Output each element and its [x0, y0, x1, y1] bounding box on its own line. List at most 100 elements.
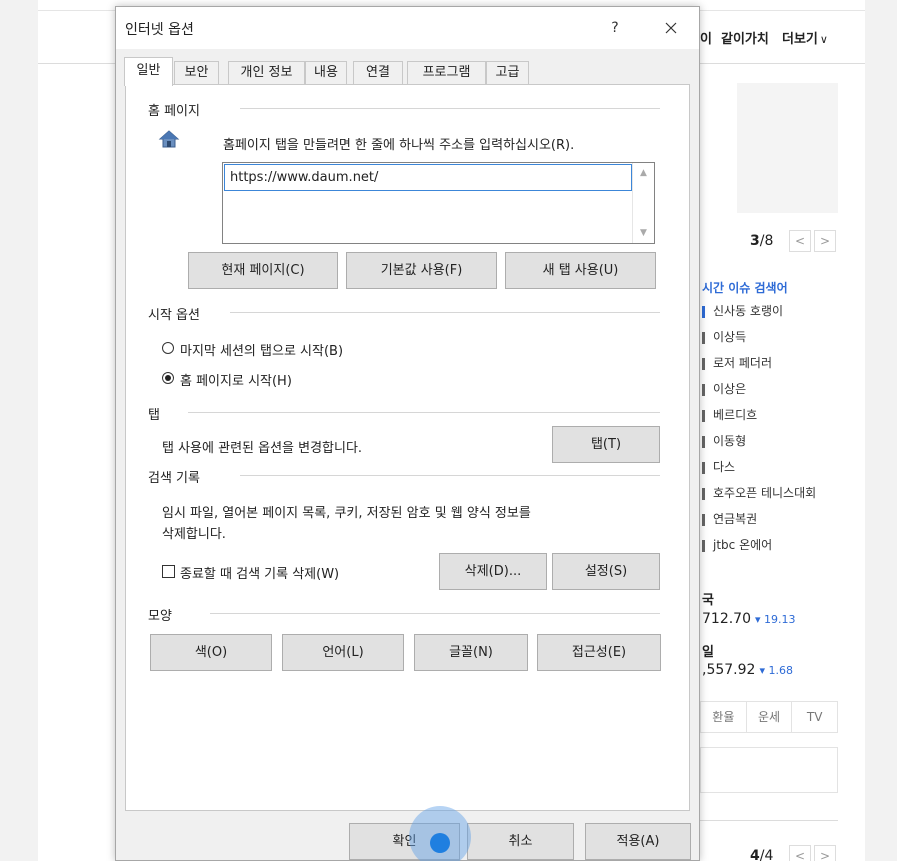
nav-item-partial[interactable]: 이 [700, 28, 712, 47]
next-arrow-icon[interactable]: > [814, 845, 836, 861]
stock-value-number: 712.70 [702, 611, 751, 627]
click-indicator-dot [430, 833, 450, 853]
pager-current: 3 [750, 233, 760, 249]
start-last-session-label[interactable]: 마지막 세션의 탭으로 시작(B) [180, 340, 343, 359]
group-divider [240, 108, 660, 109]
trending-item[interactable]: 다스 [702, 458, 735, 476]
trending-item-label: 이동형 [713, 434, 747, 448]
next-arrow-icon[interactable]: > [814, 230, 836, 252]
prev-arrow-icon[interactable]: < [789, 230, 811, 252]
help-button[interactable]: ? [604, 16, 626, 40]
trending-item[interactable]: 신사동 호랭이 [702, 302, 783, 320]
trending-item-label: 신사동 호랭이 [713, 304, 784, 318]
stock-name: 국 [702, 593, 714, 608]
trending-item[interactable]: 이상은 [702, 380, 746, 398]
nav-item-together[interactable]: 같이가치 [721, 28, 769, 47]
tabs-description: 탭 사용에 관련된 옵션을 변경합니다. [162, 441, 363, 456]
trending-item-label: 이상은 [713, 382, 747, 396]
fonts-button[interactable]: 글꼴(N) [414, 634, 528, 671]
trending-item[interactable]: 이상득 [702, 328, 746, 346]
stock-value-number: ,557.92 [702, 662, 756, 678]
start-home-page-radio[interactable] [162, 372, 174, 384]
chevron-down-icon: ∨ [819, 33, 828, 46]
trending-item[interactable]: 연금복권 [702, 510, 757, 528]
tab-privacy[interactable]: 개인 정보 [228, 61, 305, 85]
accessibility-button[interactable]: 접근성(E) [537, 634, 661, 671]
trending-item-label: 다스 [713, 460, 736, 474]
rank-bar [702, 383, 705, 396]
trending-item[interactable]: 로저 페더러 [702, 354, 772, 372]
colors-button[interactable]: 색(O) [150, 634, 272, 671]
delete-on-exit-checkbox[interactable] [162, 565, 175, 578]
stock-change: ▾ 19.13 [755, 613, 796, 626]
tabs-group-title: 탭 [148, 408, 160, 423]
trending-item[interactable]: 이동형 [702, 432, 746, 450]
tab-programs[interactable]: 프로그램 [407, 61, 486, 85]
start-home-page-label[interactable]: 홈 페이지로 시작(H) [180, 370, 292, 389]
delete-history-button[interactable]: 삭제(D)... [439, 553, 547, 590]
pager-bottom: 4/4 [750, 848, 773, 861]
rank-bar [702, 331, 705, 344]
cancel-button[interactable]: 취소 [467, 823, 574, 860]
home-page-urls-textarea[interactable]: https://www.daum.net/ ▲ ▼ [222, 162, 655, 244]
startup-group-title: 시작 옵션 [148, 308, 200, 323]
trending-item[interactable]: 호주오픈 테니스대회 [702, 484, 816, 502]
trending-item[interactable]: jtbc 온에어 [702, 536, 772, 554]
tab-fortune[interactable]: 운세 [747, 702, 793, 732]
nav-more-button[interactable]: 더보기 ∨ [782, 28, 828, 47]
rank-bar [702, 357, 705, 370]
use-new-tab-button[interactable]: 새 탭 사용(U) [505, 252, 656, 289]
history-settings-button[interactable]: 설정(S) [552, 553, 660, 590]
start-last-session-radio[interactable] [162, 342, 174, 354]
dialog-title: 인터넷 옵션 [125, 22, 194, 38]
rank-bar [702, 435, 705, 448]
pager-total: /4 [759, 848, 774, 861]
stock-value[interactable]: 712.70 ▾ 19.13 [702, 611, 796, 627]
use-current-button[interactable]: 현재 페이지(C) [188, 252, 338, 289]
down-triangle-icon: ▾ [759, 664, 765, 677]
prev-arrow-icon[interactable]: < [789, 845, 811, 861]
tab-security[interactable]: 보안 [174, 61, 219, 85]
close-button[interactable] [656, 15, 686, 41]
tab-connections[interactable]: 연결 [353, 61, 403, 85]
tab-content[interactable]: 내용 [305, 61, 347, 85]
trending-item-label: 베르디흐 [713, 408, 758, 422]
trending-item-label: 호주오픈 테니스대회 [713, 486, 817, 500]
home-page-url[interactable]: https://www.daum.net/ [224, 164, 632, 191]
rank-bar [702, 487, 705, 500]
tab-advanced[interactable]: 고급 [486, 61, 529, 85]
news-image-placeholder[interactable] [737, 83, 838, 213]
tab-general[interactable]: 일반 [124, 57, 173, 86]
group-divider [240, 475, 660, 476]
scroll-up-icon[interactable]: ▲ [633, 164, 654, 182]
delete-on-exit-label[interactable]: 종료할 때 검색 기록 삭제(W) [180, 563, 339, 582]
stock-change-value: 19.13 [764, 613, 796, 626]
languages-button[interactable]: 언어(L) [282, 634, 404, 671]
apply-button[interactable]: 적용(A) [585, 823, 691, 860]
trending-title: 시간 이슈 검색어 [702, 281, 788, 295]
home-page-instruction: 홈페이지 탭을 만들려면 한 줄에 하나씩 주소를 입력하십시오(R). [223, 138, 575, 153]
rank-bar [702, 305, 705, 318]
stock-change: ▾ 1.68 [759, 664, 793, 677]
section-divider [700, 820, 838, 821]
rank-bar [702, 461, 705, 474]
home-page-icon [158, 130, 180, 148]
use-default-button[interactable]: 기본값 사용(F) [346, 252, 497, 289]
stock-value[interactable]: ,557.92 ▾ 1.68 [702, 662, 793, 678]
info-tabs: 환율 운세 TV [700, 701, 838, 733]
tab-exchange[interactable]: 환율 [701, 702, 747, 732]
scroll-down-icon[interactable]: ▼ [633, 224, 654, 242]
stock-name: 일 [702, 645, 714, 660]
dialog-titlebar[interactable]: 인터넷 옵션 ? [116, 7, 699, 49]
close-icon [665, 22, 677, 34]
tab-tv[interactable]: TV [792, 702, 837, 732]
tabs-settings-button[interactable]: 탭(T) [552, 426, 660, 463]
trending-item-label: jtbc 온에어 [713, 538, 773, 552]
rank-bar [702, 513, 705, 526]
group-divider [188, 412, 660, 413]
appearance-group-title: 모양 [148, 609, 172, 624]
textarea-scrollbar[interactable]: ▲ ▼ [632, 163, 654, 243]
trending-item[interactable]: 베르디흐 [702, 406, 757, 424]
trending-item-label: 이상득 [713, 330, 747, 344]
trending-item-label: 로저 페더러 [713, 356, 773, 370]
